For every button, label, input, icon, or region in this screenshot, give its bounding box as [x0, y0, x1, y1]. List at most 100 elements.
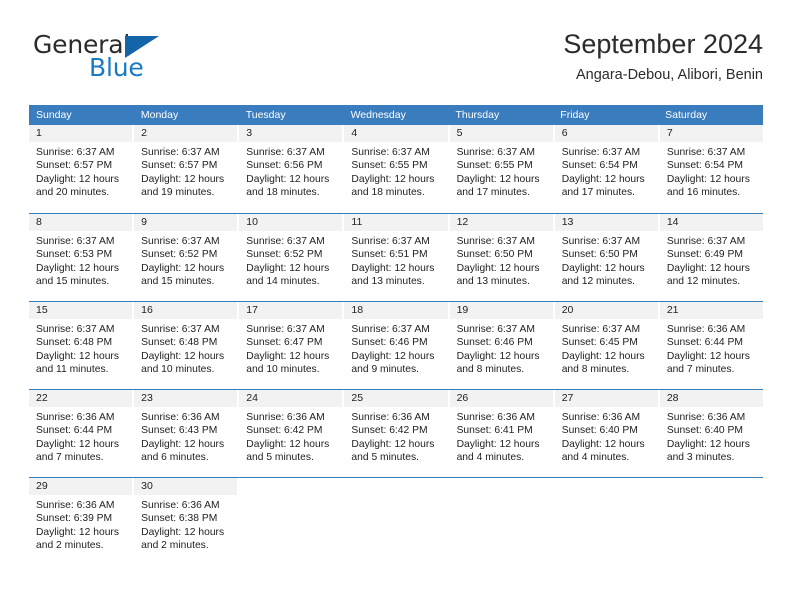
sunrise-text: Sunrise: 6:37 AM	[666, 236, 746, 247]
calendar-day-cell[interactable]: 7 Sunrise: 6:37 AM Sunset: 6:54 PM Daylight…	[659, 125, 763, 213]
calendar-day-cell[interactable]: 24 Sunrise: 6:36 AM Sunset: 6:42 PM Dayligh…	[239, 390, 343, 477]
calendar-day-cell[interactable]: 14 Sunrise: 6:37 AM Sunset: 6:49 PM Dayligh…	[659, 214, 763, 301]
daylight-text-line2: and 5 minutes.	[246, 452, 314, 464]
sunrise-text: Sunrise: 6:37 AM	[36, 147, 115, 158]
calendar-day-cell[interactable]: 3 Sunrise: 6:37 AM Sunset: 6:56 PM Daylight…	[239, 125, 343, 213]
calendar-page: General Blue September 2024 Angara-Debou…	[0, 0, 792, 612]
day-details: Sunrise: 6:37 AM Sunset: 6:56 PM Daylight:…	[239, 142, 342, 200]
calendar-day-cell[interactable]: 27 Sunrise: 6:36 AM Sunset: 6:40 PM Dayligh…	[554, 390, 658, 477]
daylight-text-line1: Daylight: 12 hours	[141, 173, 225, 185]
calendar-day-cell[interactable]: 15 Sunrise: 6:37 AM Sunset: 6:48 PM Dayligh…	[29, 302, 133, 389]
day-details: Sunrise: 6:36 AM Sunset: 6:43 PM Daylight:…	[134, 407, 237, 465]
sunset-text: Sunset: 6:54 PM	[666, 160, 743, 172]
daylight-text-line2: and 7 minutes.	[36, 452, 104, 464]
daylight-text-line2: and 7 minutes.	[666, 364, 735, 376]
daylight-text-line2: and 5 minutes.	[351, 452, 419, 464]
calendar-day-cell[interactable]: 26 Sunrise: 6:36 AM Sunset: 6:41 PM Dayligh…	[449, 390, 553, 477]
daylight-text-line2: and 11 minutes.	[36, 364, 109, 376]
daylight-text-line1: Daylight: 12 hours	[141, 438, 225, 450]
calendar-day-cell[interactable]: 25 Sunrise: 6:36 AM Sunset: 6:42 PM Dayligh…	[344, 390, 448, 477]
calendar-day-cell[interactable]: 28 Sunrise: 6:36 AM Sunset: 6:40 PM Dayligh…	[659, 390, 763, 477]
calendar-day-cell[interactable]: 4 Sunrise: 6:37 AM Sunset: 6:55 PM Daylight…	[344, 125, 448, 213]
daylight-text-line2: and 18 minutes.	[246, 187, 320, 199]
calendar-week-row: 22 Sunrise: 6:36 AM Sunset: 6:44 PM Dayligh…	[29, 389, 763, 477]
daylight-text-line1: Daylight: 12 hours	[561, 438, 645, 450]
daylight-text-line2: and 14 minutes.	[246, 276, 320, 288]
sunrise-text: Sunrise: 6:37 AM	[351, 324, 430, 335]
calendar-day-cell[interactable]: 10 Sunrise: 6:37 AM Sunset: 6:52 PM Dayligh…	[239, 214, 343, 301]
sunset-text: Sunset: 6:55 PM	[351, 160, 428, 172]
sunrise-text: Sunrise: 6:37 AM	[141, 236, 220, 247]
calendar-day-cell[interactable]: 16 Sunrise: 6:37 AM Sunset: 6:48 PM Dayligh…	[134, 302, 238, 389]
calendar-week-row: 29 Sunrise: 6:36 AM Sunset: 6:39 PM Dayligh…	[29, 477, 763, 565]
daylight-text-line1: Daylight: 12 hours	[36, 526, 119, 538]
daylight-text-line1: Daylight: 12 hours	[456, 350, 540, 362]
sunset-text: Sunset: 6:49 PM	[666, 249, 743, 261]
weekday-header-friday: Friday	[560, 109, 590, 121]
daylight-text-line1: Daylight: 12 hours	[141, 350, 225, 362]
day-number: 18	[344, 302, 448, 319]
calendar-day-cell[interactable]: 9 Sunrise: 6:37 AM Sunset: 6:52 PM Daylight…	[134, 214, 238, 301]
day-number: 24	[239, 390, 343, 407]
calendar-day-cell-empty	[449, 478, 553, 565]
calendar-day-cell[interactable]: 19 Sunrise: 6:37 AM Sunset: 6:46 PM Dayligh…	[449, 302, 553, 389]
day-number: 23	[134, 390, 238, 407]
day-number-empty	[555, 478, 658, 495]
calendar-day-cell[interactable]: 13 Sunrise: 6:37 AM Sunset: 6:50 PM Dayligh…	[554, 214, 658, 301]
day-number: 19	[449, 302, 553, 319]
calendar-day-cell-empty	[554, 478, 658, 565]
calendar-day-cell[interactable]: 12 Sunrise: 6:37 AM Sunset: 6:50 PM Dayligh…	[449, 214, 553, 301]
day-details: Sunrise: 6:37 AM Sunset: 6:52 PM Daylight:…	[134, 231, 237, 289]
day-number: 10	[239, 214, 343, 231]
general-blue-logo[interactable]: General Blue	[29, 28, 249, 84]
sunrise-text: Sunrise: 6:37 AM	[561, 236, 641, 247]
daylight-text-line2: and 8 minutes.	[456, 364, 525, 376]
calendar-week-row: 15 Sunrise: 6:37 AM Sunset: 6:48 PM Dayligh…	[29, 301, 763, 389]
calendar-day-cell[interactable]: 29 Sunrise: 6:36 AM Sunset: 6:39 PM Dayligh…	[29, 478, 133, 565]
daylight-text-line2: and 16 minutes.	[666, 187, 741, 199]
sunset-text: Sunset: 6:56 PM	[246, 160, 323, 172]
daylight-text-line2: and 4 minutes.	[456, 452, 525, 464]
weekday-header-saturday: Saturday	[665, 109, 708, 121]
sunrise-text: Sunrise: 6:37 AM	[456, 236, 535, 247]
sunset-text: Sunset: 6:46 PM	[351, 337, 428, 349]
day-number: 26	[449, 390, 553, 407]
day-number: 21	[659, 302, 763, 319]
calendar-day-cell[interactable]: 23 Sunrise: 6:36 AM Sunset: 6:43 PM Dayligh…	[134, 390, 238, 477]
calendar-day-cell[interactable]: 21 Sunrise: 6:36 AM Sunset: 6:44 PM Dayligh…	[659, 302, 763, 389]
daylight-text-line1: Daylight: 12 hours	[456, 173, 540, 185]
daylight-text-line1: Daylight: 12 hours	[246, 438, 330, 450]
sunrise-text: Sunrise: 6:37 AM	[246, 147, 325, 158]
day-number: 8	[29, 214, 133, 231]
sunrise-text: Sunrise: 6:37 AM	[36, 324, 115, 335]
page-header: General Blue September 2024 Angara-Debou…	[29, 28, 763, 90]
calendar-day-cell[interactable]: 2 Sunrise: 6:37 AM Sunset: 6:57 PM Daylight…	[134, 125, 238, 213]
day-number: 11	[344, 214, 448, 231]
calendar-day-cell[interactable]: 22 Sunrise: 6:36 AM Sunset: 6:44 PM Dayligh…	[29, 390, 133, 477]
calendar-day-cell[interactable]: 1 Sunrise: 6:37 AM Sunset: 6:57 PM Daylight…	[29, 125, 133, 213]
calendar-week-row: 1 Sunrise: 6:37 AM Sunset: 6:57 PM Daylight…	[29, 125, 763, 213]
weekday-header-monday: Monday	[140, 109, 179, 121]
sunrise-text: Sunrise: 6:37 AM	[456, 324, 535, 335]
daylight-text-line1: Daylight: 12 hours	[36, 262, 119, 274]
day-number-empty	[660, 478, 763, 495]
calendar-day-cell[interactable]: 30 Sunrise: 6:36 AM Sunset: 6:38 PM Dayligh…	[134, 478, 238, 565]
day-number: 14	[659, 214, 763, 231]
calendar-day-cell[interactable]: 5 Sunrise: 6:37 AM Sunset: 6:55 PM Daylight…	[449, 125, 553, 213]
day-details: Sunrise: 6:37 AM Sunset: 6:53 PM Daylight:…	[29, 231, 132, 289]
sunrise-text: Sunrise: 6:37 AM	[666, 147, 746, 158]
calendar-day-cell[interactable]: 6 Sunrise: 6:37 AM Sunset: 6:54 PM Daylight…	[554, 125, 658, 213]
calendar-day-cell[interactable]: 8 Sunrise: 6:37 AM Sunset: 6:53 PM Daylight…	[29, 214, 133, 301]
sunset-text: Sunset: 6:44 PM	[36, 425, 113, 437]
day-number: 29	[29, 478, 133, 495]
calendar-day-cell[interactable]: 17 Sunrise: 6:37 AM Sunset: 6:47 PM Dayligh…	[239, 302, 343, 389]
daylight-text-line2: and 13 minutes.	[456, 276, 530, 288]
calendar-day-cell[interactable]: 20 Sunrise: 6:37 AM Sunset: 6:45 PM Dayligh…	[554, 302, 658, 389]
daylight-text-line2: and 19 minutes.	[141, 187, 215, 199]
sunset-text: Sunset: 6:57 PM	[36, 160, 113, 172]
calendar-day-cell[interactable]: 18 Sunrise: 6:37 AM Sunset: 6:46 PM Dayligh…	[344, 302, 448, 389]
sunset-text: Sunset: 6:40 PM	[561, 425, 638, 437]
calendar-day-cell[interactable]: 11 Sunrise: 6:37 AM Sunset: 6:51 PM Dayligh…	[344, 214, 448, 301]
calendar-day-cell-empty	[659, 478, 763, 565]
sunset-text: Sunset: 6:45 PM	[561, 337, 638, 349]
